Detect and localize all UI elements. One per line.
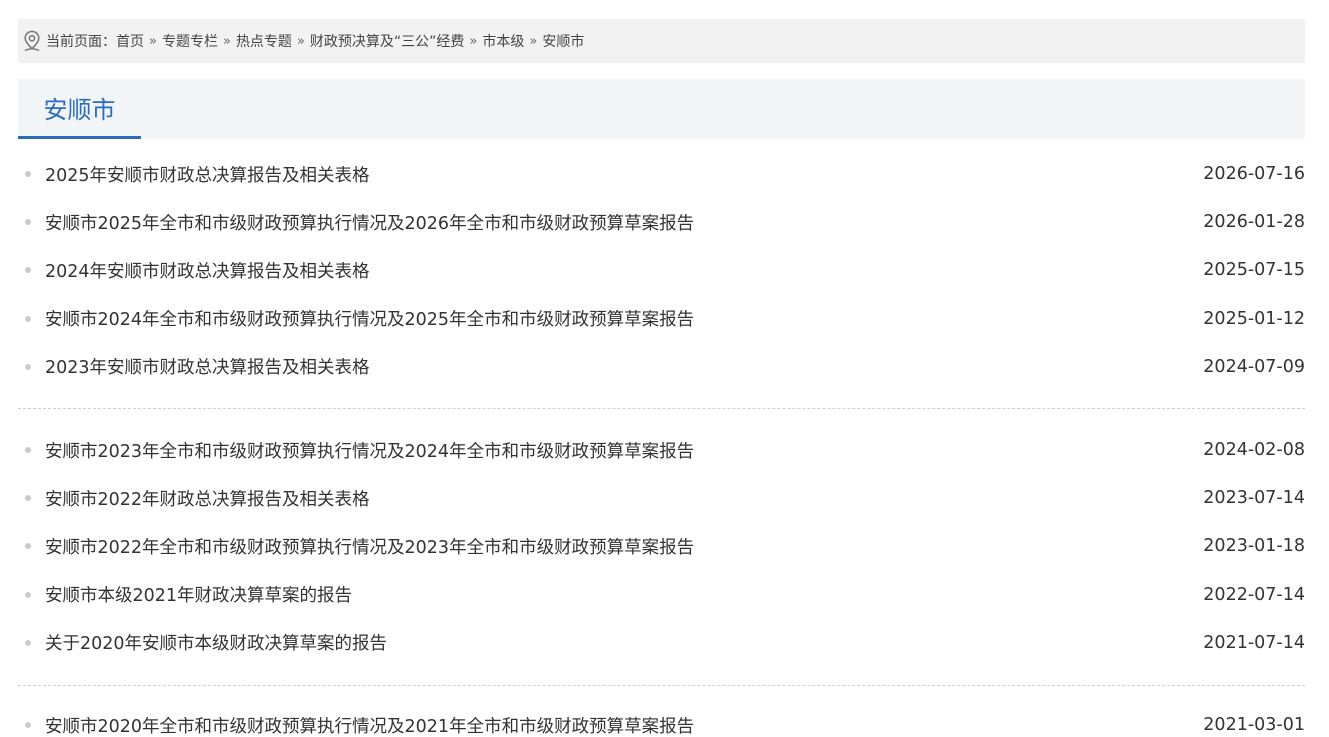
article-list-group-3: 安顺市2020年全市和市级财政预算执行情况及2021年全市和市级财政预算草案报告… <box>18 701 1305 737</box>
bullet-dot-icon <box>25 267 31 274</box>
breadcrumb-link-home[interactable]: 首页 <box>116 31 144 51</box>
section-title: 安顺市 <box>18 79 141 139</box>
article-link[interactable]: 安顺市2024年全市和市级财政预算执行情况及2025年全市和市级财政预算草案报告 <box>45 306 694 331</box>
breadcrumb-link-city-level[interactable]: 市本级 <box>482 31 524 51</box>
bullet-dot-icon <box>25 315 31 322</box>
article-link[interactable]: 安顺市2022年全市和市级财政预算执行情况及2023年全市和市级财政预算草案报告 <box>45 534 694 559</box>
article-date: 2025-07-15 <box>1203 260 1305 281</box>
breadcrumb-separator: » <box>222 33 231 49</box>
article-link[interactable]: 关于2020年安顺市本级财政决算草案的报告 <box>45 630 387 655</box>
breadcrumb-separator: » <box>469 33 478 49</box>
article-link[interactable]: 安顺市2023年全市和市级财政预算执行情况及2024年全市和市级财政预算草案报告 <box>45 438 694 463</box>
article-date: 2023-07-14 <box>1203 488 1305 509</box>
list-item: 2024年安顺市财政总决算报告及相关表格 2025-07-15 <box>18 246 1305 294</box>
list-item: 安顺市2024年全市和市级财政预算执行情况及2025年全市和市级财政预算草案报告… <box>18 295 1305 343</box>
article-date: 2026-01-28 <box>1203 212 1305 233</box>
article-link[interactable]: 安顺市本级2021年财政决算草案的报告 <box>45 582 352 607</box>
article-list-group-1: 2025年安顺市财政总决算报告及相关表格 2026-07-16 安顺市2025年… <box>18 150 1305 391</box>
breadcrumb-link-hot-topics[interactable]: 热点专题 <box>236 31 292 51</box>
bullet-dot-icon <box>25 447 31 454</box>
list-item: 安顺市本级2021年财政决算草案的报告 2022-07-14 <box>18 571 1305 619</box>
article-date: 2021-03-01 <box>1203 715 1305 736</box>
bullet-dot-icon <box>25 639 31 646</box>
breadcrumb-link-topics[interactable]: 专题专栏 <box>162 31 218 51</box>
breadcrumb: 当前页面： 首页 » 专题专栏 » 热点专题 » 财政预决算及“三公”经费 » … <box>18 19 1305 63</box>
list-item: 关于2020年安顺市本级财政决算草案的报告 2021-07-14 <box>18 619 1305 667</box>
bullet-dot-icon <box>25 591 31 598</box>
location-pin-icon <box>22 29 42 53</box>
page: 当前页面： 首页 » 专题专栏 » 热点专题 » 财政预决算及“三公”经费 » … <box>0 0 1329 737</box>
article-link[interactable]: 2025年安顺市财政总决算报告及相关表格 <box>45 162 370 187</box>
article-link[interactable]: 安顺市2020年全市和市级财政预算执行情况及2021年全市和市级财政预算草案报告 <box>45 713 694 737</box>
bullet-dot-icon <box>25 363 31 370</box>
article-date: 2026-07-16 <box>1203 164 1305 185</box>
breadcrumb-link-budget[interactable]: 财政预决算及“三公”经费 <box>310 31 465 51</box>
list-item: 2025年安顺市财政总决算报告及相关表格 2026-07-16 <box>18 150 1305 198</box>
breadcrumb-separator: » <box>529 33 538 49</box>
list-item: 2023年安顺市财政总决算报告及相关表格 2024-07-09 <box>18 343 1305 391</box>
bullet-dot-icon <box>25 495 31 502</box>
article-link[interactable]: 安顺市2022年财政总决算报告及相关表格 <box>45 486 370 511</box>
article-date: 2023-01-18 <box>1203 536 1305 557</box>
article-date: 2022-07-14 <box>1203 584 1305 605</box>
list-item: 安顺市2022年财政总决算报告及相关表格 2023-07-14 <box>18 474 1305 522</box>
list-item: 安顺市2022年全市和市级财政预算执行情况及2023年全市和市级财政预算草案报告… <box>18 522 1305 570</box>
breadcrumb-link-current[interactable]: 安顺市 <box>542 31 584 51</box>
bullet-dot-icon <box>25 543 31 550</box>
group-divider <box>18 408 1305 409</box>
article-date: 2025-01-12 <box>1203 308 1305 329</box>
breadcrumb-separator: » <box>296 33 305 49</box>
group-divider <box>18 685 1305 686</box>
bullet-dot-icon <box>25 219 31 226</box>
list-item: 安顺市2020年全市和市级财政预算执行情况及2021年全市和市级财政预算草案报告… <box>18 701 1305 737</box>
list-item: 安顺市2023年全市和市级财政预算执行情况及2024年全市和市级财政预算草案报告… <box>18 426 1305 474</box>
article-link[interactable]: 2023年安顺市财政总决算报告及相关表格 <box>45 354 370 379</box>
section-header: 安顺市 <box>18 79 1305 139</box>
article-link[interactable]: 2024年安顺市财政总决算报告及相关表格 <box>45 258 370 283</box>
bullet-dot-icon <box>25 171 31 178</box>
list-item: 安顺市2025年全市和市级财政预算执行情况及2026年全市和市级财政预算草案报告… <box>18 198 1305 246</box>
article-list-group-2: 安顺市2023年全市和市级财政预算执行情况及2024年全市和市级财政预算草案报告… <box>18 426 1305 667</box>
article-date: 2024-02-08 <box>1203 440 1305 461</box>
breadcrumb-prefix: 当前页面： <box>46 34 116 50</box>
article-link[interactable]: 安顺市2025年全市和市级财政预算执行情况及2026年全市和市级财政预算草案报告 <box>45 210 694 235</box>
article-date: 2024-07-09 <box>1203 356 1305 377</box>
bullet-dot-icon <box>25 722 31 729</box>
article-date: 2021-07-14 <box>1203 632 1305 653</box>
breadcrumb-separator: » <box>149 33 157 49</box>
